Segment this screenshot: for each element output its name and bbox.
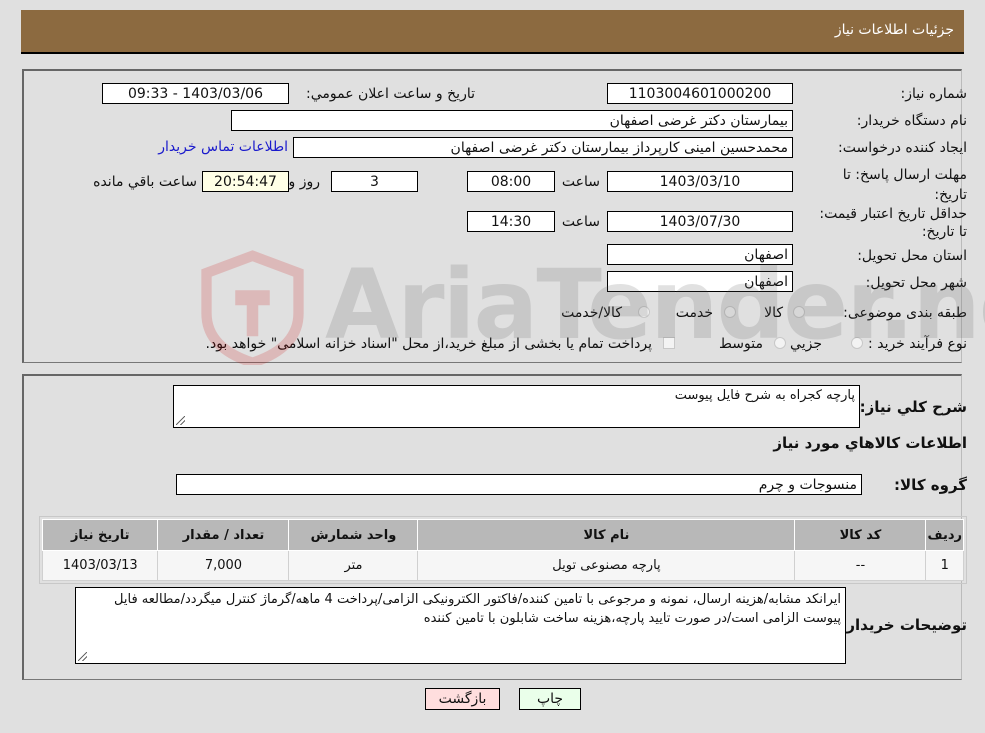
- col-goods-name: نام کالا: [417, 519, 796, 551]
- category-radio-goods-service[interactable]: [638, 306, 650, 318]
- summary-label: شرح کلي نياز:: [859, 398, 967, 416]
- page-header: جزئيات اطلاعات نياز: [21, 10, 964, 54]
- back-button[interactable]: بازگشت: [425, 688, 500, 710]
- reply-date-field: 1403/03/10: [607, 171, 793, 192]
- table-row: 1 -- پارچه مصنوعی تویل متر 7,000 1403/03…: [41, 550, 964, 581]
- category-option-goods-service: کالا/خدمت: [561, 305, 622, 321]
- price-validity-time-field: 14:30: [467, 211, 555, 232]
- category-radio-goods[interactable]: [793, 306, 805, 318]
- buyer-org-label: نام دستگاه خريدار:: [856, 113, 967, 129]
- goods-table: رديف کد کالا نام کالا واحد شمارش تعداد /…: [41, 519, 964, 581]
- category-option-service: خدمت: [675, 305, 713, 321]
- col-quantity: تعداد / مقدار: [157, 519, 290, 551]
- remaining-time-field: 20:54:47: [202, 171, 289, 192]
- cell-goods-code: --: [794, 550, 927, 581]
- city-label: شهر محل تحويل:: [865, 275, 967, 291]
- price-validity-date-field: 1403/07/30: [607, 211, 793, 232]
- resize-grip-icon[interactable]: [176, 416, 185, 425]
- goods-group-label: گروه کالا:: [894, 476, 967, 494]
- price-validity-label: حداقل تاريخ اعتبار قيمت: تا تاريخ:: [819, 206, 967, 240]
- col-goods-code: کد کالا: [794, 519, 927, 551]
- reply-time-field: 08:00: [467, 171, 555, 192]
- buyer-org-field: بیمارستان دکتر غرضی اصفهان: [231, 110, 793, 131]
- process-radio-minor[interactable]: [851, 337, 863, 349]
- days-field: 3: [331, 171, 418, 192]
- cell-goods-name: پارچه مصنوعی تویل: [417, 550, 796, 581]
- reply-time-label: ساعت: [561, 174, 600, 190]
- process-label: نوع فرآيند خريد :: [868, 336, 967, 352]
- creator-field: محمدحسین امینی کارپرداز بیمارستان دکتر غ…: [293, 137, 793, 158]
- print-button[interactable]: چاپ: [519, 688, 581, 710]
- goods-info-title: اطلاعات کالاهاي مورد نياز: [773, 434, 967, 452]
- city-field: اصفهان: [607, 271, 793, 292]
- goods-table-header: رديف کد کالا نام کالا واحد شمارش تعداد /…: [41, 519, 964, 551]
- col-unit: واحد شمارش: [288, 519, 419, 551]
- remaining-label: ساعت باقي مانده: [93, 174, 197, 190]
- cell-need-date: 1403/03/13: [41, 550, 159, 581]
- process-option-medium: متوسط: [719, 336, 763, 352]
- announce-field: 1403/03/06 - 09:33: [102, 83, 289, 104]
- cell-unit: متر: [288, 550, 419, 581]
- col-need-date: تاريخ نياز: [41, 519, 159, 551]
- summary-textarea[interactable]: پارچه کجراه به شرح فایل پیوست: [173, 385, 860, 428]
- need-number-label: شماره نياز:: [900, 86, 968, 102]
- goods-group-field: منسوجات و چرم: [176, 474, 862, 495]
- buyer-contact-link[interactable]: اطلاعات تماس خريدار: [158, 139, 288, 155]
- buyer-notes-label: توضيحات خريدار:: [840, 616, 967, 634]
- cell-quantity: 7,000: [157, 550, 290, 581]
- days-label: روز و: [288, 174, 321, 190]
- summary-text: پارچه کجراه به شرح فایل پیوست: [674, 388, 855, 403]
- resize-grip-icon[interactable]: [78, 652, 87, 661]
- category-label: طبقه بندی موضوعی:: [843, 305, 967, 321]
- goods-table-wrap: رديف کد کالا نام کالا واحد شمارش تعداد /…: [39, 516, 967, 584]
- buyer-notes-textarea[interactable]: ایرانکد مشابه/هزینه ارسال، نمونه و مرجوع…: [75, 587, 846, 664]
- creator-label: ايجاد کننده درخواست:: [838, 140, 967, 156]
- announce-label: تاريخ و ساعت اعلان عمومي:: [306, 86, 475, 102]
- payment-note: پرداخت تمام يا بخشی از مبلغ خريد،از محل …: [205, 336, 652, 352]
- cell-row-number: 1: [925, 550, 964, 581]
- process-option-minor: جزيي: [790, 336, 822, 352]
- treasury-checkbox[interactable]: [663, 337, 675, 349]
- col-row-number: رديف: [925, 519, 964, 551]
- process-radio-medium[interactable]: [774, 337, 786, 349]
- category-option-goods: کالا: [764, 305, 783, 321]
- province-field: اصفهان: [607, 244, 793, 265]
- buyer-notes-text: ایرانکد مشابه/هزینه ارسال، نمونه و مرجوع…: [114, 592, 841, 626]
- category-radio-service[interactable]: [724, 306, 736, 318]
- page-title: جزئيات اطلاعات نياز: [834, 22, 954, 38]
- need-number-field: 1103004601000200: [607, 83, 793, 104]
- province-label: استان محل تحويل:: [857, 248, 967, 264]
- reply-deadline-label: مهلت ارسال پاسخ: تا تاريخ:: [842, 167, 967, 203]
- price-validity-time-label: ساعت: [561, 214, 600, 230]
